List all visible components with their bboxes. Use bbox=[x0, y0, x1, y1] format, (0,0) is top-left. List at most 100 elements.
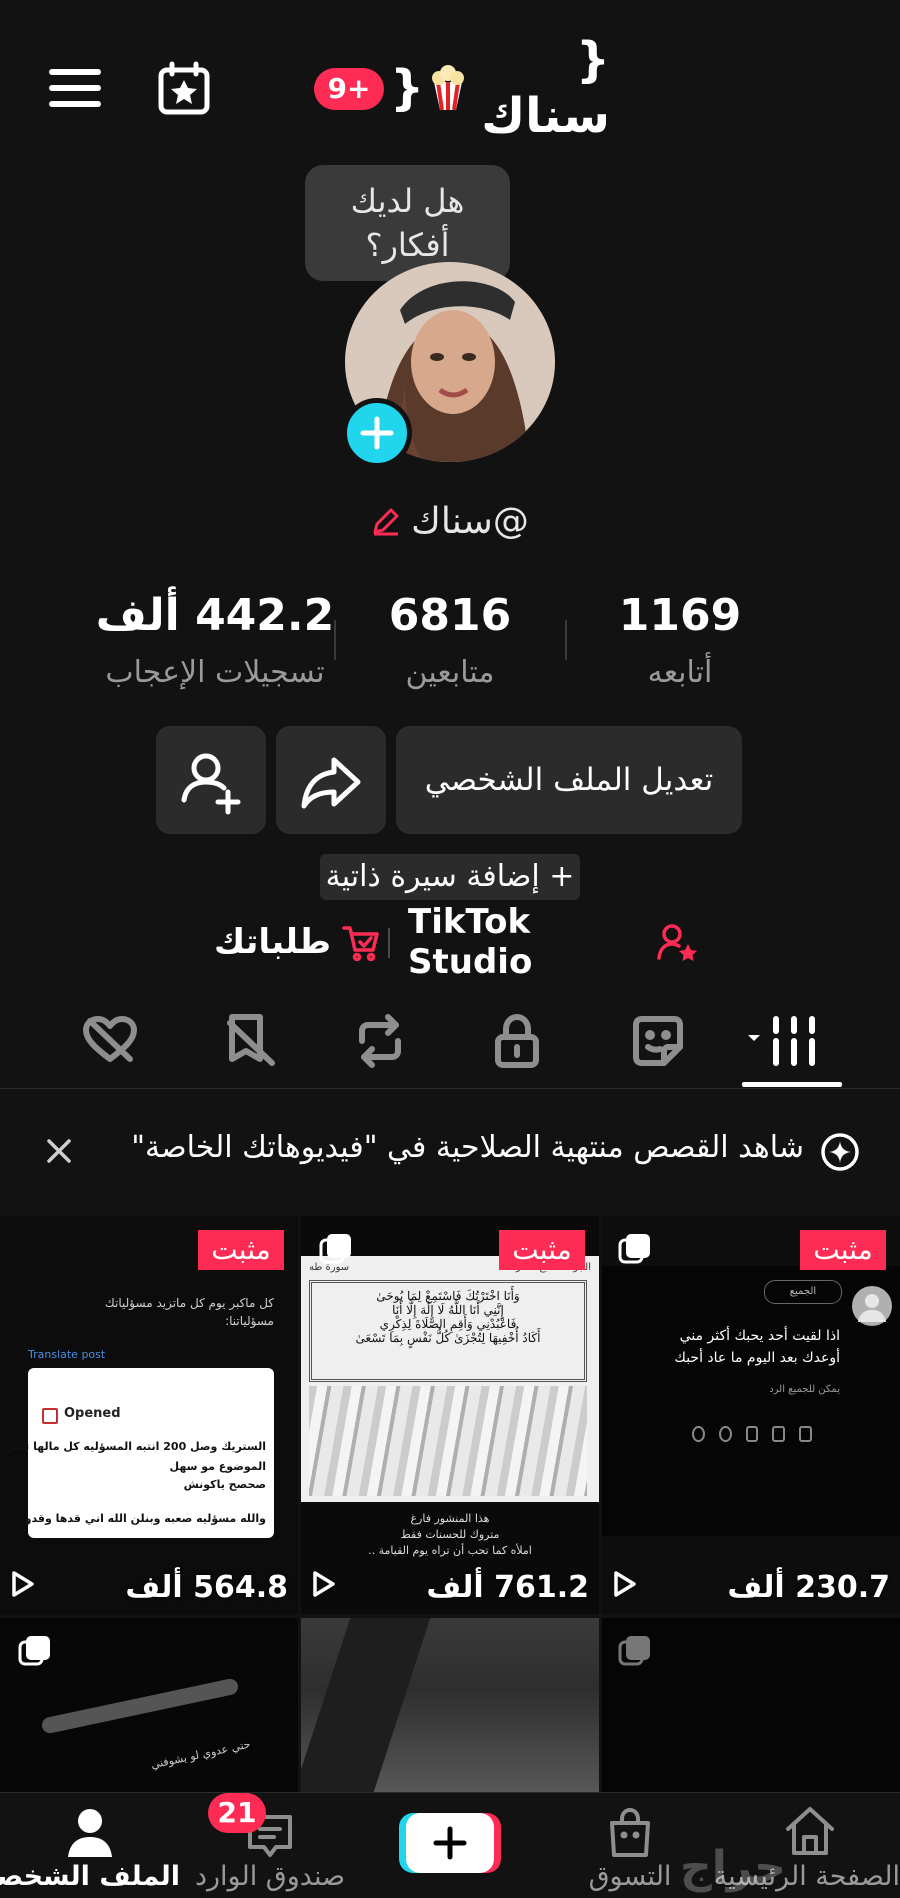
card-line: الموضوع مو سهل bbox=[169, 1460, 266, 1473]
tab-liked-hidden[interactable] bbox=[80, 1015, 140, 1065]
toolbar-icons bbox=[692, 1426, 812, 1446]
multi-photo-icon bbox=[319, 1232, 353, 1266]
add-friends-button[interactable] bbox=[156, 726, 266, 834]
tab-stickers[interactable] bbox=[630, 1013, 686, 1069]
verse-line: وَأَنَا اخْتَرْتُكَ فَاسْتَمِعْ لِمَا يُ… bbox=[376, 1289, 520, 1303]
note-line: متروك للحسنات فقط bbox=[400, 1528, 500, 1541]
tab-videos[interactable] bbox=[744, 1013, 824, 1069]
video-caption: حتي عدوي لو يشوفني bbox=[149, 1737, 252, 1772]
expired-stories-banner[interactable]: شاهد القصص منتهية الصلاحية في "فيديوهاتك… bbox=[0, 1100, 900, 1200]
view-count: 564.8 ألف bbox=[125, 1570, 288, 1605]
calendar-star-icon[interactable] bbox=[156, 60, 212, 116]
stat-divider bbox=[565, 620, 567, 660]
creator-star-icon bbox=[656, 922, 698, 962]
card-line: والله مسؤليه صعبه وبنلن الله اني قدها وق… bbox=[18, 1512, 266, 1525]
video-tile[interactable] bbox=[602, 1618, 900, 1798]
post-line: اذا لقيت أحد يحبك أكثر مني bbox=[679, 1328, 840, 1344]
card-title: Opened bbox=[64, 1406, 121, 1421]
verse-line: إِنَّنِي أَنَا اللَّهُ لَا إِلَٰهَ إِلَّ… bbox=[392, 1303, 504, 1317]
inbox-badge: 21 bbox=[208, 1793, 266, 1833]
menu-icon[interactable] bbox=[48, 66, 102, 110]
add-story-button[interactable] bbox=[342, 398, 412, 468]
share-profile-button[interactable] bbox=[276, 726, 386, 834]
edit-profile-label: تعديل الملف الشخصي bbox=[424, 762, 714, 798]
translate-link: Translate post bbox=[28, 1348, 106, 1361]
cart-icon bbox=[341, 922, 381, 962]
shopping-bag-icon bbox=[606, 1807, 654, 1859]
tab-favorites-hidden[interactable] bbox=[222, 1013, 278, 1069]
tab-profile[interactable]: الملف الشخصي bbox=[0, 1793, 180, 1898]
video-tile[interactable]: الجزء السابع عشر سورة طه وَأَنَا اخْتَرْ… bbox=[301, 1216, 599, 1614]
tab-label: الملف الشخصي bbox=[0, 1861, 180, 1892]
stat-following[interactable]: 1169 أتابعه bbox=[590, 590, 770, 690]
scribble bbox=[309, 1386, 587, 1496]
tooltip-line-2: أفكار؟ bbox=[365, 226, 450, 264]
active-tab-indicator bbox=[742, 1082, 842, 1087]
chat-card: Opened الستريك وصل 200 انتبه المسؤليه كل… bbox=[7, 1368, 274, 1538]
tab-private[interactable] bbox=[492, 1013, 542, 1069]
pinned-badge: مثبت bbox=[800, 1230, 886, 1270]
ideas-tooltip[interactable]: هل لديك أفكار؟ bbox=[305, 165, 510, 295]
verse-line: فَاعْبُدْنِي وَأَقِمِ الصَّلَاةَ لِذِكْر… bbox=[379, 1317, 517, 1331]
tabs-divider bbox=[0, 1088, 900, 1089]
video-tile[interactable]: الجميع اذا لقيت أحد يحبك أكثر مني أوعدك … bbox=[602, 1216, 900, 1614]
note-line: هذا المنشور فارغ bbox=[410, 1512, 490, 1525]
multi-photo-icon bbox=[618, 1232, 652, 1266]
quran-page: الجزء السابع عشر سورة طه وَأَنَا اخْتَرْ… bbox=[301, 1256, 599, 1502]
multi-photo-icon bbox=[18, 1634, 52, 1668]
notification-badge[interactable]: 9+ bbox=[314, 68, 384, 110]
audience-pill: الجميع bbox=[764, 1280, 842, 1304]
add-bio-button[interactable]: + إضافة سيرة ذاتية bbox=[320, 854, 580, 900]
watermark-logo: حراج bbox=[680, 1842, 786, 1893]
tiktok-studio-link[interactable]: TikTok Studio bbox=[408, 902, 698, 982]
post-card: الجميع اذا لقيت أحد يحبك أكثر مني أوعدك … bbox=[602, 1266, 900, 1536]
tooltip-line-1: هل لديك bbox=[350, 182, 465, 220]
create-button[interactable] bbox=[406, 1813, 494, 1873]
stat-divider bbox=[334, 620, 336, 660]
stat-followers[interactable]: 6816 متابعين bbox=[360, 590, 540, 690]
video-caption: مسؤلياتنا: bbox=[225, 1314, 274, 1328]
banner-text: شاهد القصص منتهية الصلاحية في "فيديوهاتك… bbox=[131, 1130, 804, 1165]
play-icon bbox=[10, 1570, 36, 1598]
view-count: 761.2 ألف bbox=[426, 1570, 589, 1605]
username: @سناك bbox=[411, 500, 529, 542]
checkbox-icon bbox=[42, 1408, 58, 1424]
view-count: 230.7 ألف bbox=[727, 1570, 890, 1605]
tiktok-studio-label: TikTok Studio bbox=[408, 902, 533, 982]
link-divider bbox=[388, 928, 390, 958]
stat-likes[interactable]: 442.2 ألف تسجيلات الإعجاب bbox=[90, 590, 340, 690]
verse-frame: وَأَنَا اخْتَرْتُكَ فَاسْتَمِعْ لِمَا يُ… bbox=[309, 1280, 587, 1382]
video-tile[interactable]: حتي عدوي لو يشوفني bbox=[0, 1618, 298, 1798]
close-icon[interactable] bbox=[44, 1136, 74, 1166]
popcorn-emoji-icon bbox=[430, 64, 466, 112]
person-icon bbox=[66, 1807, 114, 1857]
home-icon bbox=[784, 1805, 836, 1857]
stat-likes-label: تسجيلات الإعجاب bbox=[105, 655, 325, 690]
verse-line: أَكَادُ أُخْفِيهَا لِتُجْزَىٰ كُلُّ نَفْ… bbox=[355, 1331, 541, 1345]
tab-reposts[interactable] bbox=[352, 1013, 408, 1069]
tab-label: صندوق الوارد bbox=[194, 1861, 346, 1892]
edit-profile-button[interactable]: تعديل الملف الشخصي bbox=[396, 726, 742, 834]
pinned-badge: مثبت bbox=[499, 1230, 585, 1270]
pinned-badge: مثبت bbox=[198, 1230, 284, 1270]
user-avatar-icon bbox=[852, 1286, 892, 1326]
play-icon bbox=[311, 1570, 337, 1598]
stat-followers-value: 6816 bbox=[388, 590, 512, 641]
stat-following-value: 1169 bbox=[618, 590, 742, 641]
sparkle-icon bbox=[820, 1132, 860, 1172]
reply-hint: يمكن للجميع الرد bbox=[769, 1384, 840, 1395]
edit-pencil-icon[interactable] bbox=[371, 506, 401, 536]
orders-link[interactable]: طلباتك bbox=[214, 916, 414, 968]
stat-following-label: أتابعه bbox=[647, 655, 713, 690]
video-tile[interactable] bbox=[301, 1618, 599, 1798]
video-tile[interactable]: كل ماكبر يوم كل ماتزيد مسؤلياتك مسؤلياتن… bbox=[0, 1216, 298, 1614]
post-line: أوعدك بعد اليوم ما عاد أحبك bbox=[674, 1350, 840, 1366]
multi-photo-icon bbox=[618, 1634, 652, 1668]
stat-followers-label: متابعين bbox=[405, 655, 495, 690]
profile-title[interactable]: } { سناك bbox=[390, 32, 610, 144]
stat-likes-value: 442.2 ألف bbox=[95, 590, 335, 641]
orders-label: طلباتك bbox=[214, 922, 331, 962]
tab-inbox[interactable]: 21 صندوق الوارد bbox=[180, 1793, 360, 1898]
note-line: املأه كما تحب أن تراه يوم القيامة .. bbox=[368, 1544, 532, 1557]
video-caption: كل ماكبر يوم كل ماتزيد مسؤلياتك bbox=[104, 1296, 274, 1310]
